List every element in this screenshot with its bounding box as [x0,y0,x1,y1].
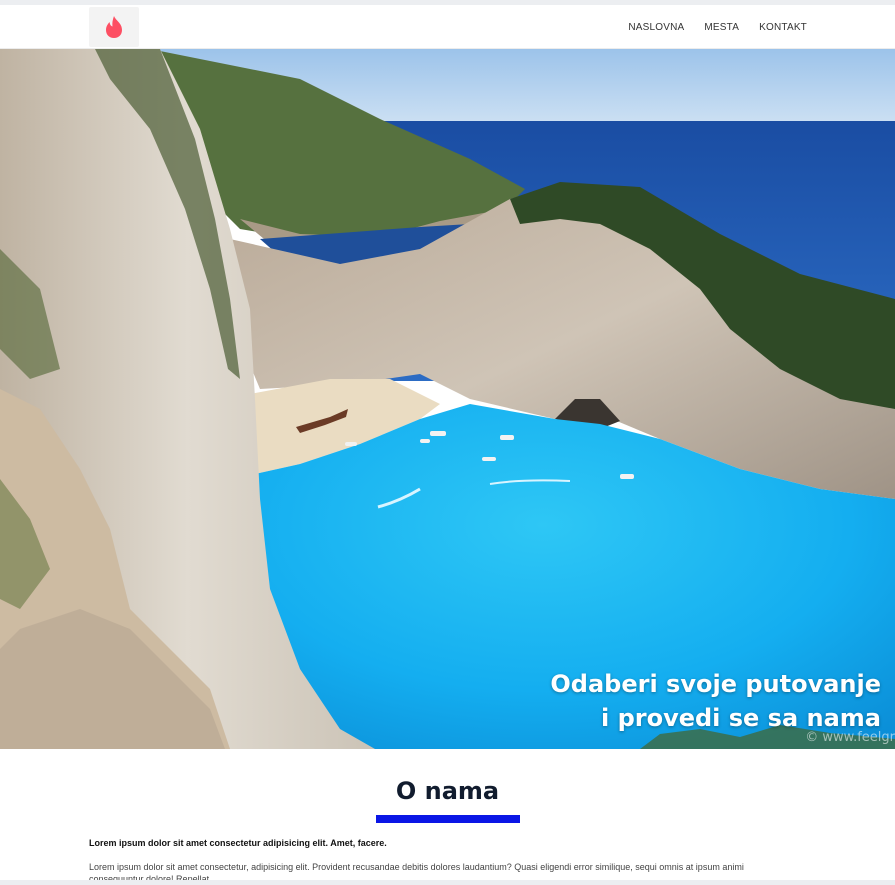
flame-icon [106,16,122,38]
main-nav: NASLOVNA MESTA KONTAKT [628,5,807,49]
about-lead: Lorem ipsum dolor sit amet consectetur a… [89,838,387,848]
image-watermark: © www.feelgr [805,730,895,745]
navbar: NASLOVNA MESTA KONTAKT [0,5,895,49]
bottom-strip [0,880,895,885]
about-section: O nama Lorem ipsum dolor sit amet consec… [0,749,895,885]
title-underline [376,815,520,823]
hero-heading-line1: Odaberi svoje putovanje [550,670,881,698]
nav-item-kontakt[interactable]: KONTAKT [759,22,807,33]
nav-item-mesta[interactable]: MESTA [704,22,739,33]
nav-item-naslovna[interactable]: NASLOVNA [628,22,684,33]
hero-heading: Odaberi svoje putovanje i provedi se sa … [550,667,881,735]
hero-banner: Odaberi svoje putovanje i provedi se sa … [0,49,895,749]
about-title: O nama [395,777,500,805]
logo[interactable] [89,7,139,47]
hero-image [0,49,895,749]
